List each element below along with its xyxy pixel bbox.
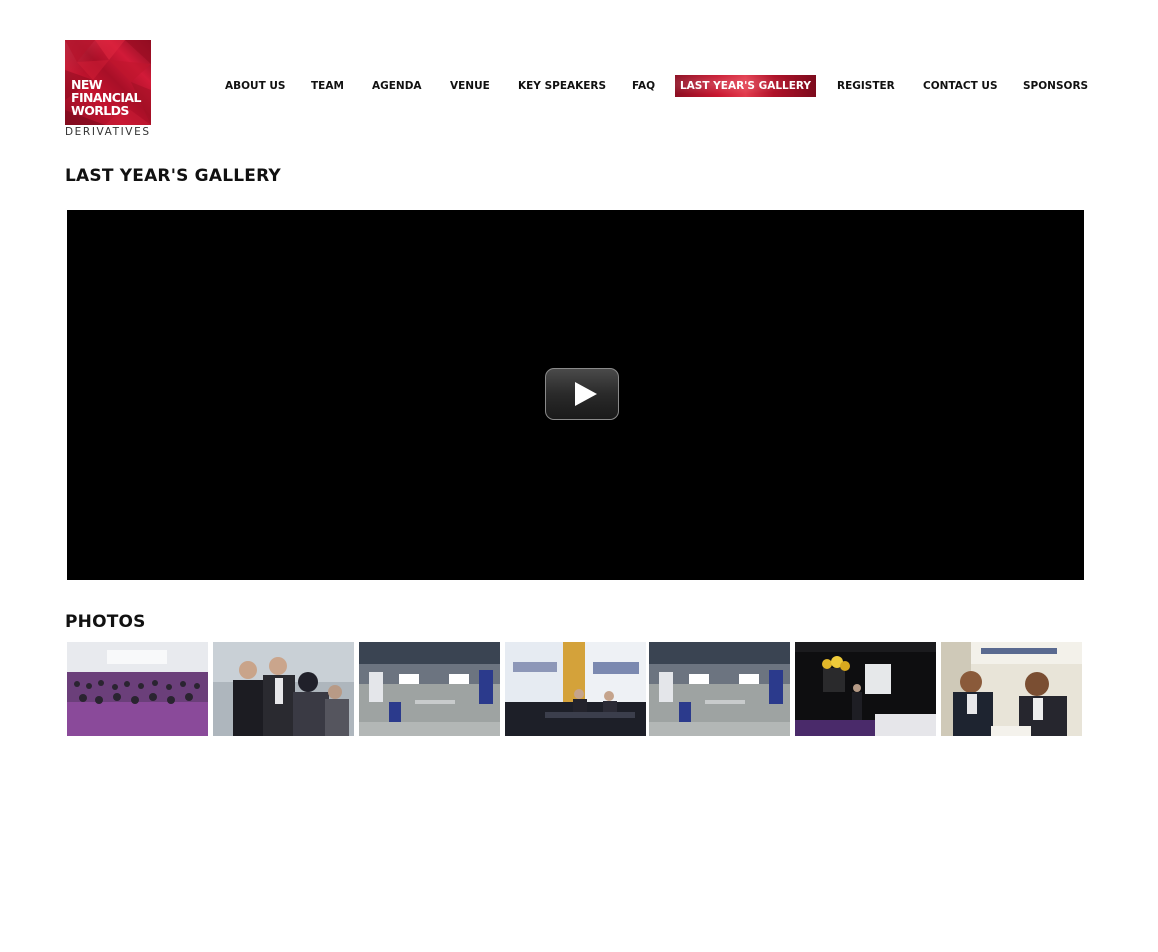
nav-item-register[interactable]: REGISTER <box>837 75 895 97</box>
photo-image <box>213 642 354 736</box>
photo-thumbnail-panel[interactable] <box>505 642 646 736</box>
nav-item-contact-us[interactable]: CONTACT US <box>923 75 998 97</box>
play-button[interactable] <box>545 368 619 420</box>
photo-thumbnail-networking[interactable] <box>213 642 354 736</box>
nav-item-about-us[interactable]: ABOUT US <box>225 75 286 97</box>
page-title: LAST YEAR'S GALLERY <box>65 166 281 186</box>
logo-subtitle: DERIVATIVES <box>65 126 151 138</box>
photo-thumbnail-lobby-2[interactable] <box>649 642 790 736</box>
photo-image <box>649 642 790 736</box>
photo-thumbnail-speaker[interactable] <box>795 642 936 736</box>
photo-image <box>795 642 936 736</box>
logo-mark: NEW FINANCIAL WORLDS <box>65 40 151 125</box>
nav-item-sponsors[interactable]: SPONSORS <box>1023 75 1088 97</box>
video-player[interactable] <box>67 210 1084 580</box>
photo-image <box>359 642 500 736</box>
logo-wordmark: NEW FINANCIAL WORLDS <box>71 78 141 117</box>
nav-item-team[interactable]: TEAM <box>311 75 344 97</box>
site-logo[interactable]: NEW FINANCIAL WORLDS DERIVATIVES <box>65 40 152 138</box>
nav-item-agenda[interactable]: AGENDA <box>372 75 422 97</box>
photo-image <box>505 642 646 736</box>
photos-heading: PHOTOS <box>65 612 146 632</box>
photo-thumbnail-registration[interactable] <box>941 642 1082 736</box>
nav-item-key-speakers[interactable]: KEY SPEAKERS <box>518 75 606 97</box>
nav-item-last-years-gallery[interactable]: LAST YEAR'S GALLERY <box>675 75 816 97</box>
photo-thumbnail-lobby[interactable] <box>359 642 500 736</box>
logo-line: WORLDS <box>71 103 129 118</box>
photo-image <box>941 642 1082 736</box>
nav-item-venue[interactable]: VENUE <box>450 75 490 97</box>
nav-item-faq[interactable]: FAQ <box>632 75 655 97</box>
play-icon <box>575 382 597 406</box>
photo-thumbnail-audience[interactable] <box>67 642 208 736</box>
photo-image <box>67 642 208 736</box>
